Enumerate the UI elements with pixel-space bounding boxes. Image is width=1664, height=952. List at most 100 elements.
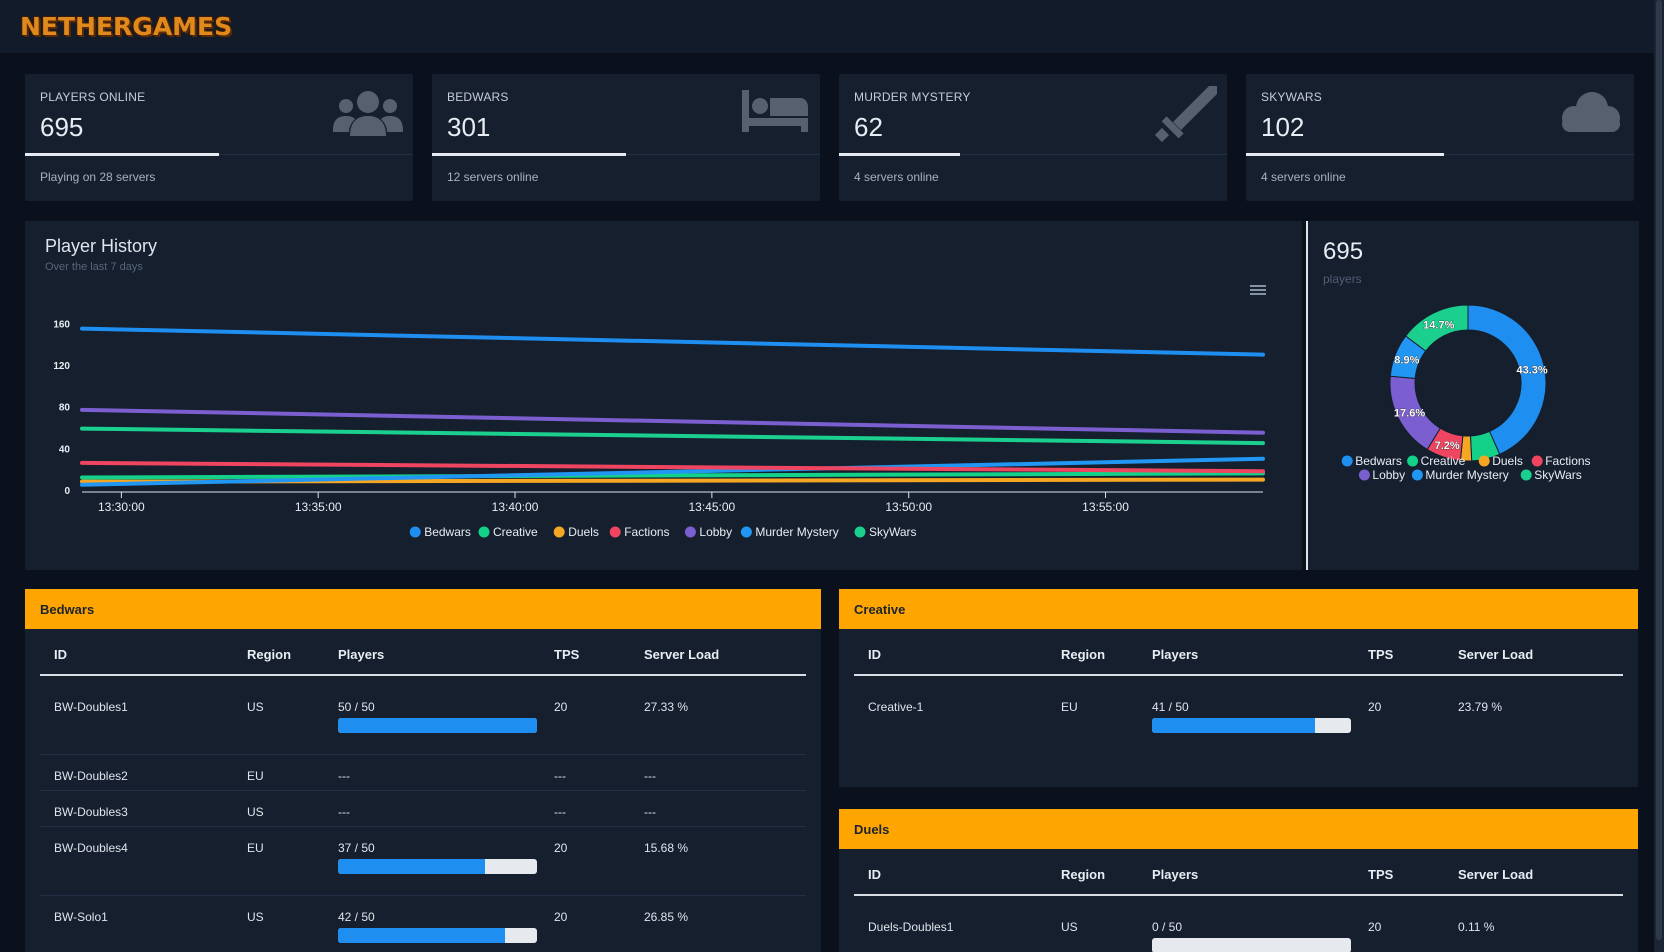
creative-panel: Creative ID Region Players TPS Server Load Cr… <box>839 589 1638 787</box>
players-progress-bar <box>1152 938 1351 952</box>
hamburger-menu-icon[interactable] <box>1250 283 1266 297</box>
stat-progress <box>1246 153 1444 156</box>
legend-label: SkyWars <box>1534 468 1582 482</box>
players-progress-bar <box>1152 718 1351 733</box>
legend-label: Duels <box>1492 454 1523 468</box>
cell-load: 27.33 % <box>644 700 689 714</box>
legend-marker <box>1478 455 1490 467</box>
legend-item-lobby[interactable]: Lobby <box>1358 468 1405 482</box>
series-line-bedwars[interactable] <box>80 326 1265 357</box>
panel-title: Duels <box>854 822 890 837</box>
column-header-id[interactable]: ID <box>54 647 67 662</box>
legend-item-lobby[interactable]: Lobby <box>684 525 732 539</box>
legend-item-creative[interactable]: Creative <box>1407 454 1466 468</box>
legend-item-bedwars[interactable]: Bedwars <box>409 525 471 539</box>
bedwars-panel: Bedwars ID Region Players TPS Server Load BW-… <box>25 589 821 952</box>
legend-item-factions[interactable]: Factions <box>1531 454 1591 468</box>
column-header-server-load[interactable]: Server Load <box>1458 867 1533 882</box>
stat-label: BEDWARS <box>447 90 509 104</box>
header-rule <box>854 894 1623 896</box>
x-tick-label: 13:40:00 <box>492 500 539 514</box>
legend-item-murder-mystery[interactable]: Murder Mystery <box>1411 468 1509 482</box>
x-tick-label: 13:30:00 <box>98 500 145 514</box>
panel-header: Creative <box>839 589 1638 629</box>
cell-tps: --- <box>554 769 566 783</box>
legend-marker <box>1531 455 1543 467</box>
cell-region: US <box>247 700 264 714</box>
column-header-tps[interactable]: TPS <box>554 647 579 662</box>
scrollbar-thumb[interactable] <box>1656 0 1662 940</box>
y-tick-label: 120 <box>53 361 70 372</box>
legend-label: Murder Mystery <box>755 525 838 539</box>
legend-item-duels[interactable]: Duels <box>553 525 599 539</box>
x-tick-label: 13:55:00 <box>1082 500 1129 514</box>
stat-subtext: 4 servers online <box>854 170 939 184</box>
series-line-creative[interactable] <box>80 471 1265 480</box>
x-tick-label: 13:45:00 <box>689 500 736 514</box>
page-scrollbar[interactable] <box>1654 0 1664 952</box>
column-header-players[interactable]: Players <box>1152 647 1198 662</box>
stat-subtext: 12 servers online <box>447 170 539 184</box>
cell-players: 0 / 50 <box>1152 920 1183 934</box>
cell-tps: --- <box>554 805 566 819</box>
legend-item-skywars[interactable]: SkyWars <box>1520 468 1582 482</box>
donut-data-label: 7.2% <box>1435 440 1460 452</box>
duels-panel: Duels ID Region Players TPS Server Load Duels… <box>839 809 1638 952</box>
donut-slice-bedwars[interactable] <box>1467 304 1547 455</box>
column-header-players[interactable]: Players <box>338 647 384 662</box>
donut-unit: players <box>1323 272 1362 286</box>
legend-item-creative[interactable]: Creative <box>478 525 539 539</box>
row-separator <box>40 826 806 827</box>
nethergames-logo[interactable]: NETHERGAMES <box>20 12 232 41</box>
column-header-tps[interactable]: TPS <box>1368 647 1393 662</box>
stat-card-skywars: SKYWARS 102 4 servers online <box>1246 74 1634 201</box>
legend-marker <box>478 526 490 538</box>
legend-marker <box>1520 469 1532 481</box>
column-header-server-load[interactable]: Server Load <box>644 647 719 662</box>
legend-label: Factions <box>624 525 669 539</box>
legend-item-duels[interactable]: Duels <box>1478 454 1523 468</box>
cell-load: --- <box>644 769 656 783</box>
cell-id: Duels-Doubles1 <box>868 920 954 934</box>
column-header-region[interactable]: Region <box>247 647 291 662</box>
cell-players: 41 / 50 <box>1152 700 1189 714</box>
progress-fill <box>338 859 486 874</box>
row-separator <box>40 754 806 755</box>
y-tick-label: 0 <box>64 486 70 497</box>
legend-item-murder-mystery[interactable]: Murder Mystery <box>740 525 839 539</box>
cell-players: 42 / 50 <box>338 910 375 924</box>
legend-label: Factions <box>1545 454 1590 468</box>
legend-label: Creative <box>493 525 538 539</box>
legend-marker <box>684 526 696 538</box>
column-header-region[interactable]: Region <box>1061 647 1105 662</box>
donut-data-label: 17.6% <box>1394 407 1425 419</box>
legend-item-factions[interactable]: Factions <box>609 525 670 539</box>
stat-progress <box>432 153 626 156</box>
cell-tps: 20 <box>554 910 568 924</box>
column-header-players[interactable]: Players <box>1152 867 1198 882</box>
legend-label: Duels <box>568 525 599 539</box>
legend-label: Lobby <box>699 525 732 539</box>
legend-label: Murder Mystery <box>1425 468 1508 482</box>
legend-item-bedwars[interactable]: Bedwars <box>1341 454 1402 468</box>
stat-subtext: Playing on 28 servers <box>40 170 156 184</box>
column-header-region[interactable]: Region <box>1061 867 1105 882</box>
cell-tps: 20 <box>1368 920 1382 934</box>
column-header-id[interactable]: ID <box>868 867 881 882</box>
cell-load: 0.11 % <box>1458 920 1495 934</box>
cell-region: EU <box>247 841 264 855</box>
legend-marker <box>553 526 565 538</box>
cell-tps: 20 <box>554 700 568 714</box>
players-donut-panel: 43.3% 7.2% 17.6% 8.9% 14.7% Bedwars Creative Du… <box>1308 221 1639 570</box>
players-progress-bar <box>338 928 537 943</box>
column-header-id[interactable]: ID <box>868 647 881 662</box>
stat-progress <box>25 153 219 156</box>
column-header-tps[interactable]: TPS <box>1368 867 1393 882</box>
legend-item-skywars[interactable]: SkyWars <box>854 525 917 539</box>
cell-players: 37 / 50 <box>338 841 375 855</box>
donut-total: 695 <box>1323 238 1364 265</box>
users-icon <box>333 91 403 136</box>
cloud-icon <box>1562 92 1620 132</box>
legend-label: SkyWars <box>869 525 917 539</box>
column-header-server-load[interactable]: Server Load <box>1458 647 1533 662</box>
